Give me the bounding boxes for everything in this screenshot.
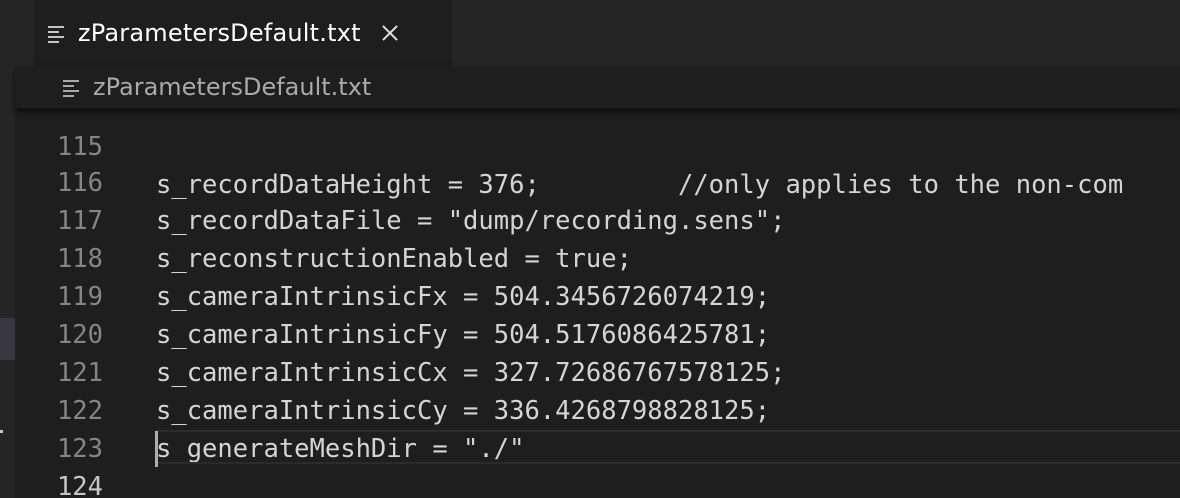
code-editor[interactable]: 115 s_recordDataHeight = 376; //only app…: [15, 90, 1180, 498]
code-line[interactable]: 120 s_cameraIntrinsicCx = 327.7268676757…: [15, 278, 1180, 388]
activity-strip-highlight[interactable]: [0, 318, 15, 360]
tab-zparametersdefault[interactable]: zParametersDefault.txt: [34, 0, 452, 66]
text-file-icon: [63, 78, 81, 97]
line-number: 124: [56, 472, 103, 498]
code-line[interactable]: 116 s_recordDataFile = "dump/recording.s…: [15, 126, 1180, 236]
code-line[interactable]: 121 s_cameraIntrinsicCy = 336.4268798828…: [15, 316, 1180, 426]
tab-label: zParametersDefault.txt: [78, 19, 361, 47]
code-line[interactable]: 118 s_cameraIntrinsicFx = 504.3456726074…: [15, 202, 1180, 312]
code-line[interactable]: 119 s_cameraIntrinsicFy = 504.5176086425…: [15, 240, 1180, 350]
activity-strip-dot: [0, 430, 3, 433]
current-line[interactable]: 124: [15, 430, 1180, 498]
code-line[interactable]: 122 s_generateMeshDir = "./": [15, 354, 1180, 464]
editor-window: zParametersDefault.txt zParametersDefaul…: [0, 0, 1180, 498]
breadcrumb: zParametersDefault.txt: [15, 66, 1180, 108]
text-cursor: [155, 431, 158, 467]
breadcrumb-file[interactable]: zParametersDefault.txt: [93, 73, 371, 101]
code-line[interactable]: 123: [15, 392, 1180, 464]
code-line[interactable]: 117 s_reconstructionEnabled = true;: [15, 164, 1180, 274]
activity-strip: [0, 0, 15, 498]
text-file-icon: [48, 24, 66, 43]
tab-bar: zParametersDefault.txt: [15, 0, 1180, 66]
close-icon[interactable]: [379, 22, 401, 44]
